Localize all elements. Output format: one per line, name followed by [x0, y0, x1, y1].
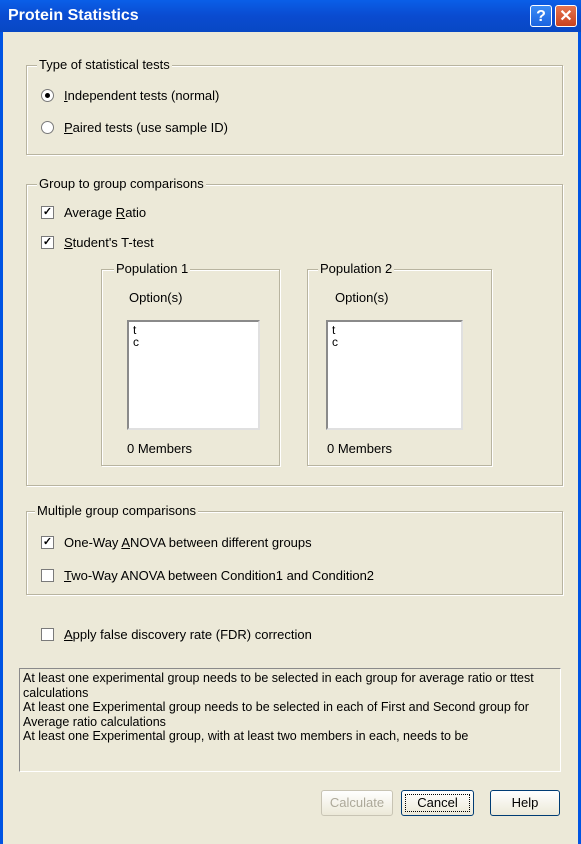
checkbox-unchecked[interactable] [41, 569, 54, 582]
ttest-label: Student's T-test [64, 235, 154, 250]
list-item[interactable]: t [133, 324, 254, 336]
oneway-anova-checkbox[interactable]: ✓ One-Way ANOVA between different groups [41, 535, 312, 550]
population1-legend: Population 1 [114, 261, 191, 276]
list-item[interactable]: t [332, 324, 457, 336]
twoway-anova-label: Two-Way ANOVA between Condition1 and Con… [64, 568, 375, 583]
paired-tests-radio[interactable]: Paired tests (use sample ID) [41, 120, 228, 135]
population2-options-label: Option(s) [335, 290, 389, 305]
checkbox-checked[interactable]: ✓ [41, 206, 54, 219]
twoway-anova-checkbox[interactable]: Two-Way ANOVA between Condition1 and Con… [41, 568, 374, 583]
message-line: At least one Experimental group, with at… [23, 729, 469, 743]
population1-listbox[interactable]: t c [127, 320, 260, 430]
population2-members-count: 0 Members [327, 441, 393, 456]
population1-members-count: 0 Members [127, 441, 193, 456]
group-comparisons-legend: Group to group comparisons [37, 176, 206, 191]
checkbox-checked[interactable]: ✓ [41, 236, 54, 249]
calculate-button[interactable]: Calculate [321, 790, 393, 816]
average-ratio-label: Average Ratio [64, 205, 147, 220]
oneway-anova-label: One-Way ANOVA between different groups [64, 535, 312, 550]
paired-tests-label: Paired tests (use sample ID) [64, 120, 229, 135]
title-bar[interactable]: Protein Statistics ? ✕ [0, 0, 581, 32]
checkbox-checked[interactable]: ✓ [41, 536, 54, 549]
multiple-comparisons-legend: Multiple group comparisons [35, 503, 198, 518]
tests-group-legend: Type of statistical tests [37, 57, 172, 72]
help-question-icon[interactable]: ? [530, 5, 552, 27]
average-ratio-checkbox[interactable]: ✓ Average Ratio [41, 205, 146, 220]
message-line: At least one experimental group needs to… [23, 671, 538, 700]
radio-indicator[interactable] [41, 121, 54, 134]
tests-group: Type of statistical tests [26, 57, 563, 155]
list-item[interactable]: c [133, 336, 254, 348]
message-line: At least one Experimental group needs to… [23, 700, 532, 729]
independent-tests-radio[interactable]: Independent tests (normal) [41, 88, 219, 103]
validation-messages[interactable]: At least one experimental group needs to… [19, 668, 561, 772]
protein-statistics-dialog: Protein Statistics ? ✕ Type of statistic… [0, 0, 581, 844]
fdr-checkbox[interactable]: Apply false discovery rate (FDR) correct… [41, 627, 312, 642]
fdr-label: Apply false discovery rate (FDR) correct… [64, 627, 312, 642]
independent-tests-label: Independent tests (normal) [64, 88, 220, 103]
list-item[interactable]: c [332, 336, 457, 348]
close-icon[interactable]: ✕ [555, 5, 577, 27]
checkbox-unchecked[interactable] [41, 628, 54, 641]
population2-listbox[interactable]: t c [326, 320, 463, 430]
window-title: Protein Statistics [8, 7, 139, 24]
cancel-button[interactable]: Cancel [401, 790, 474, 816]
radio-indicator-selected[interactable] [41, 89, 54, 102]
help-button[interactable]: Help [490, 790, 560, 816]
ttest-checkbox[interactable]: ✓ Student's T-test [41, 235, 154, 250]
population2-legend: Population 2 [318, 261, 395, 276]
population1-options-label: Option(s) [129, 290, 183, 305]
